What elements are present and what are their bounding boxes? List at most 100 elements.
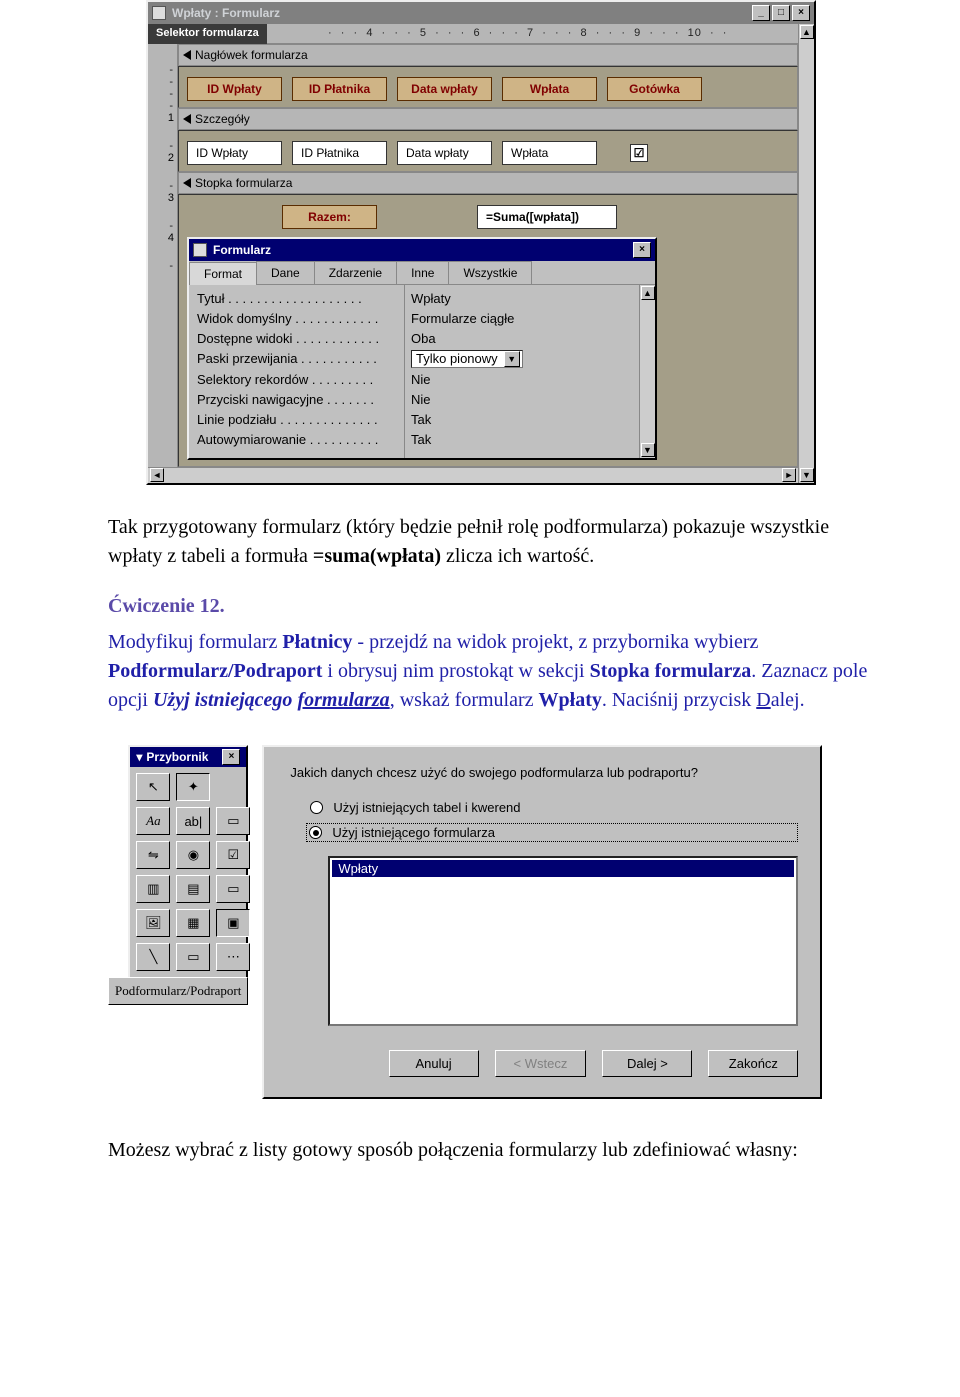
section-form-footer[interactable]: Stopka formularza [178, 172, 798, 194]
label-id-wplaty[interactable]: ID Wpłaty [187, 77, 282, 101]
wizard-question: Jakich danych chcesz użyć do swojego pod… [290, 765, 798, 780]
prop-views[interactable]: Oba [411, 329, 639, 349]
radio-icon[interactable] [309, 826, 322, 839]
radio-icon[interactable] [310, 801, 323, 814]
next-button[interactable]: Dalej > [602, 1050, 692, 1077]
prop-scrollbars[interactable]: Tylko pionowy▼ [411, 349, 639, 369]
label-tool-icon[interactable]: Aa [136, 807, 170, 835]
frame-tool-icon[interactable]: ▦ [176, 909, 210, 937]
arrow-up-icon[interactable]: ▲ [641, 286, 655, 300]
tab-wszystkie[interactable]: Wszystkie [448, 261, 532, 284]
line-tool-icon[interactable]: ╲ [136, 943, 170, 971]
wizard-tool-icon[interactable]: ✦ [176, 773, 210, 801]
textbox-data-wplaty[interactable]: Data wpłaty [397, 141, 492, 165]
close-button[interactable]: × [792, 5, 810, 21]
arrow-down-icon[interactable]: ▼ [641, 443, 655, 457]
tab-zdarzenie[interactable]: Zdarzenie [314, 261, 397, 284]
prop-dividers[interactable]: Tak [411, 410, 639, 430]
arrow-left-icon[interactable]: ◄ [150, 468, 164, 482]
h-ruler-ticks: · · · 4 · · · 5 · · · 6 · · · 7 · · · 8 … [328, 27, 727, 39]
back-button[interactable]: < Wstecz [495, 1050, 587, 1077]
toggle-tool-icon[interactable]: ⇋ [136, 841, 170, 869]
property-labels: Tytuł . . . . . . . . . . . . . . . . . … [189, 285, 404, 458]
property-titlebar[interactable]: Formularz × [189, 239, 655, 261]
more-tools-icon[interactable]: ⋯ [216, 943, 250, 971]
rect-tool-icon[interactable]: ▭ [176, 943, 210, 971]
minimize-button[interactable]: _ [752, 5, 770, 21]
toolbox-title: Przybornik [146, 750, 208, 764]
property-close-button[interactable]: × [633, 242, 651, 258]
label-gotowka[interactable]: Gotówka [607, 77, 702, 101]
section-detail[interactable]: Szczegóły [178, 108, 798, 130]
textbox-sum-formula[interactable]: =Suma([wpłata]) [477, 205, 617, 229]
paragraph-exercise: Modyfikuj formularz Płatnicy - przejdź n… [108, 628, 880, 715]
toolbox-window: ▾ Przybornik × ↖ ✦ Aa ab| ▭ ⇋ ◉ ☑ ▥ ▤ ▭ … [128, 745, 248, 979]
h-scrollbar[interactable]: ◄ ► [148, 467, 798, 483]
property-values: Wpłaty Formularze ciągłe Oba Tylko piono… [404, 285, 639, 458]
tab-inne[interactable]: Inne [396, 261, 449, 284]
property-icon [193, 243, 207, 257]
form-detail-surface[interactable]: ID Wpłaty ID Płatnika Data wpłaty Wpłata… [178, 130, 798, 172]
checkbox-gotowka[interactable]: ☑ [630, 144, 648, 162]
option-label: Użyj istniejących tabel i kwerend [333, 800, 520, 815]
paragraph-final: Możesz wybrać z listy gotowy sposób połą… [108, 1139, 880, 1162]
listbox-tool-icon[interactable]: ▤ [176, 875, 210, 903]
prop-record-selectors[interactable]: Nie [411, 370, 639, 390]
window-title: Wpłaty : Formularz [172, 6, 746, 20]
vertical-ruler: 1 2 3 4 [148, 44, 178, 467]
combobox-tool-icon[interactable]: ▥ [136, 875, 170, 903]
v-scrollbar[interactable]: ▲ ▼ [798, 24, 814, 483]
image-tool-icon[interactable]: 🖼 [136, 909, 170, 937]
section-footer-label: Stopka formularza [195, 176, 292, 190]
textbox-id-platnika[interactable]: ID Płatnika [292, 141, 387, 165]
arrow-right-icon[interactable]: ► [782, 468, 796, 482]
property-v-scrollbar[interactable]: ▲ ▼ [639, 285, 655, 458]
forms-listbox[interactable]: Wpłaty [328, 856, 798, 1026]
property-title: Formularz [213, 243, 271, 257]
paragraph-description: Tak przygotowany formularz (który będzie… [108, 513, 880, 571]
titlebar[interactable]: Wpłaty : Formularz _ □ × [148, 2, 814, 24]
textbox-tool-icon[interactable]: ab| [176, 807, 210, 835]
label-id-platnika[interactable]: ID Płatnika [292, 77, 387, 101]
form-design-window: Wpłaty : Formularz _ □ × Selektor formul… [146, 0, 816, 485]
toolbox-titlebar[interactable]: ▾ Przybornik × [130, 747, 246, 767]
cancel-button[interactable]: Anuluj [389, 1050, 479, 1077]
arrow-up-icon[interactable]: ▲ [800, 25, 814, 39]
form-footer-surface[interactable]: Razem: =Suma([wpłata]) Formularz × [178, 194, 798, 467]
horizontal-ruler: Selektor formularza · · · 4 · · · 5 · · … [148, 24, 798, 44]
pointer-tool-icon[interactable]: ↖ [136, 773, 170, 801]
chevron-down-icon[interactable]: ▼ [504, 351, 520, 367]
section-form-header[interactable]: Nagłówek formularza [178, 44, 798, 66]
property-sheet-window: Formularz × Format Dane Zdarzenie Inne W… [187, 237, 657, 460]
form-header-surface[interactable]: ID Wpłaty ID Płatnika Data wpłaty Wpłata… [178, 66, 798, 108]
toolbox-close-button[interactable]: × [222, 749, 240, 765]
label-wplata[interactable]: Wpłata [502, 77, 597, 101]
list-item[interactable]: Wpłaty [332, 860, 794, 877]
prop-title-value[interactable]: Wpłaty [411, 289, 639, 309]
checkbox-tool-icon[interactable]: ☑ [216, 841, 250, 869]
prop-default-view[interactable]: Formularze ciągłe [411, 309, 639, 329]
finish-button[interactable]: Zakończ [708, 1050, 798, 1077]
textbox-id-wplaty[interactable]: ID Wpłaty [187, 141, 282, 165]
option-existing-form[interactable]: Użyj istniejącego formularza [306, 823, 798, 842]
chevron-down-icon: ▾ [136, 750, 142, 764]
prop-nav-buttons[interactable]: Nie [411, 390, 639, 410]
tab-format[interactable]: Format [189, 262, 257, 285]
form-selector-label[interactable]: Selektor formularza [148, 24, 267, 44]
label-data-wplaty[interactable]: Data wpłaty [397, 77, 492, 101]
subform-tool-icon[interactable]: ▣ [216, 909, 250, 937]
textbox-wplata[interactable]: Wpłata [502, 141, 597, 165]
form-icon [152, 6, 166, 20]
tab-dane[interactable]: Dane [256, 261, 315, 284]
section-arrow-icon [183, 50, 191, 60]
maximize-button[interactable]: □ [772, 5, 790, 21]
label-razem[interactable]: Razem: [282, 205, 377, 229]
option-tables-queries[interactable]: Użyj istniejących tabel i kwerend [310, 800, 798, 815]
section-arrow-icon [183, 178, 191, 188]
button-tool-icon[interactable]: ▭ [216, 875, 250, 903]
groupbox-tool-icon[interactable]: ▭ [216, 807, 250, 835]
prop-autosize[interactable]: Tak [411, 430, 639, 450]
arrow-down-icon[interactable]: ▼ [800, 468, 814, 482]
radio-tool-icon[interactable]: ◉ [176, 841, 210, 869]
section-arrow-icon [183, 114, 191, 124]
